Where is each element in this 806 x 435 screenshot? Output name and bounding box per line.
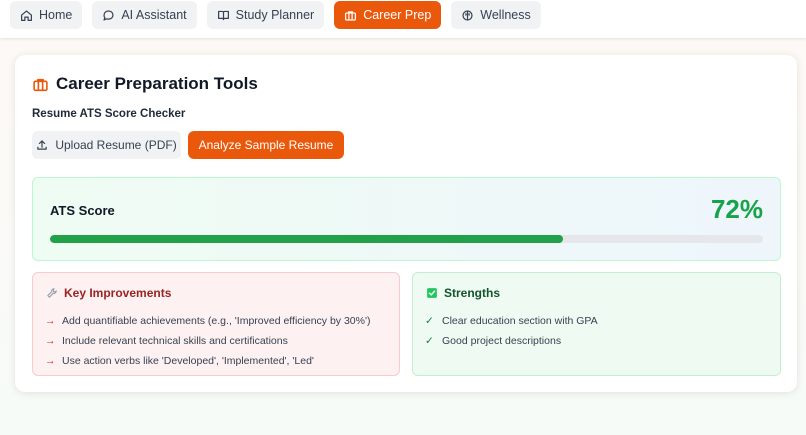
tab-home-label: Home: [39, 8, 73, 22]
analyze-sample-button[interactable]: Analyze Sample Resume: [188, 131, 344, 159]
tab-study-planner-label: Study Planner: [235, 8, 315, 22]
page-title: Career Preparation Tools: [32, 74, 258, 94]
arrow-right-icon: →: [45, 335, 56, 347]
strengths-list: ✓ Clear education section with GPA ✓ Good …: [425, 311, 598, 351]
tab-wellness-label: Wellness: [480, 8, 531, 22]
key-improvements-title: Key Improvements: [46, 286, 171, 300]
ats-score-progress-track: [50, 235, 763, 243]
book-icon: [217, 10, 229, 20]
career-tools-card: Career Preparation Tools Resume ATS Scor…: [15, 55, 797, 392]
list-item: ✓ Good project descriptions: [425, 331, 598, 351]
list-item: → Add quantifiable achievements (e.g., 'I…: [45, 311, 370, 331]
improvements-list: → Add quantifiable achievements (e.g., 'I…: [45, 311, 370, 371]
check-square-icon: [427, 288, 437, 298]
tab-ai-assistant-label: AI Assistant: [121, 8, 187, 22]
ats-score-panel: ATS Score 72%: [32, 177, 781, 261]
tab-study-planner[interactable]: Study Planner: [206, 1, 325, 29]
list-item: ✓ Clear education section with GPA: [425, 311, 598, 331]
tab-career-prep[interactable]: Career Prep: [334, 1, 442, 29]
list-item-text: Add quantifiable achievements (e.g., 'Im…: [62, 315, 371, 327]
strengths-title-text: Strengths: [444, 286, 501, 300]
strengths-title: Strengths: [426, 286, 500, 300]
ats-score-value: 72%: [710, 194, 763, 224]
list-item: → Include relevant technical skills and c…: [45, 331, 370, 351]
nav-tabs: Home AI Assistant Study Planner Career P…: [10, 1, 541, 29]
upload-icon: [37, 140, 48, 150]
check-icon: ✓: [425, 315, 434, 327]
key-improvements-title-text: Key Improvements: [64, 286, 172, 300]
wrench-icon: [47, 288, 57, 298]
ats-score-label: ATS Score: [50, 203, 115, 218]
list-item-text: Clear education section with GPA: [442, 315, 598, 327]
tab-home[interactable]: Home: [10, 1, 83, 29]
list-item: → Use action verbs like 'Developed', 'Imp…: [45, 351, 370, 371]
strengths-panel: Strengths ✓ Clear education section with …: [412, 272, 781, 376]
tab-career-prep-label: Career Prep: [363, 8, 432, 22]
tab-ai-assistant[interactable]: AI Assistant: [92, 1, 197, 29]
list-item-text: Include relevant technical skills and ce…: [62, 335, 288, 347]
arrow-right-icon: →: [45, 315, 56, 327]
tab-wellness[interactable]: Wellness: [451, 1, 541, 29]
top-nav-bar: Home AI Assistant Study Planner Career P…: [0, 0, 806, 38]
briefcase-icon: [345, 10, 357, 21]
page-title-text: Career Preparation Tools: [56, 74, 258, 93]
key-improvements-panel: Key Improvements → Add quantifiable achie…: [32, 272, 400, 376]
home-icon: [21, 9, 32, 21]
list-item-text: Use action verbs like 'Developed', 'Impl…: [62, 355, 314, 367]
upload-resume-label: Upload Resume (PDF): [55, 138, 177, 152]
briefcase-icon: [33, 78, 48, 91]
brain-icon: [462, 9, 473, 21]
arrow-right-icon: →: [45, 355, 56, 367]
upload-resume-button[interactable]: Upload Resume (PDF): [32, 131, 181, 159]
check-icon: ✓: [425, 335, 434, 347]
section-label: Resume ATS Score Checker: [32, 108, 186, 120]
chat-bubble-icon: [103, 9, 114, 21]
list-item-text: Good project descriptions: [442, 335, 562, 347]
ats-score-progress-fill: [50, 235, 564, 243]
